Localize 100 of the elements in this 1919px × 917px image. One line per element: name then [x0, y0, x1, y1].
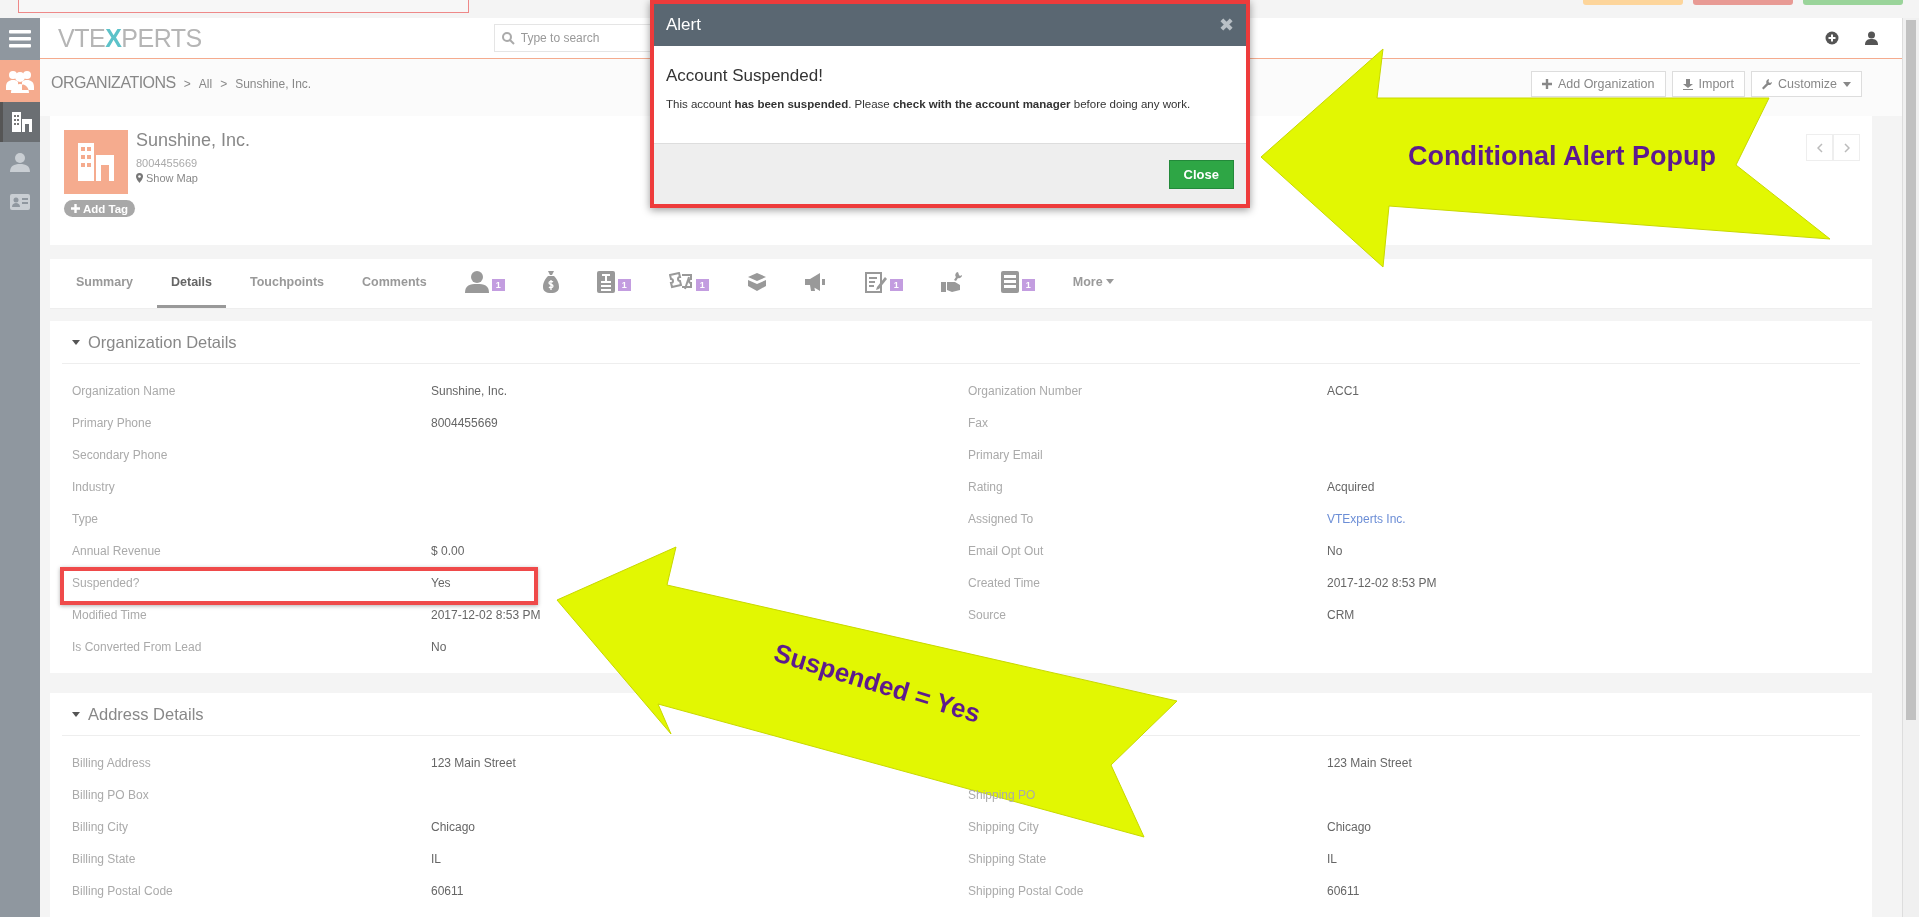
caret-icon: [1105, 279, 1114, 285]
chevron-right-icon: [1843, 142, 1850, 153]
megaphone-icon: [804, 273, 827, 291]
field-label: Modified Time: [72, 608, 147, 622]
tab[interactable]: Details: [157, 259, 226, 308]
field-label: Rating: [968, 480, 1003, 494]
field-label: Secondary Phone: [72, 448, 168, 462]
count-badge: 1: [889, 279, 903, 291]
field-value: CRM: [1327, 608, 1355, 622]
add-tag-button[interactable]: Add Tag: [64, 200, 136, 218]
section-title: Organization Details: [88, 333, 237, 352]
tab[interactable]: 1: [654, 259, 723, 308]
search-icon: [501, 32, 515, 46]
field-value: 60611: [431, 884, 464, 898]
close-button[interactable]: ✖: [1219, 14, 1234, 36]
chevron-left-icon: [1816, 142, 1823, 153]
scrollbar-thumb[interactable]: [1906, 20, 1916, 720]
show-map-link[interactable]: Show Map: [136, 172, 251, 185]
field-value: 123 Main Street: [1327, 756, 1412, 770]
field-label: Assigned To: [968, 512, 1034, 526]
ticket-icon: [668, 272, 693, 292]
tab[interactable]: More: [1058, 259, 1128, 308]
count-badge: 1: [1021, 279, 1035, 291]
alert-message: This account has been suspended. Please check with the account manager before doing any work.: [666, 97, 1192, 112]
field-label: Shipping State: [968, 852, 1047, 866]
wrench-icon: [1761, 78, 1772, 90]
field-value: Sunshine, Inc.: [431, 384, 508, 398]
people-group-icon: [6, 69, 34, 93]
field-label: Suspended?: [72, 576, 140, 590]
map-pin-icon: [136, 173, 143, 184]
module-title[interactable]: ORGANIZATIONS: [51, 74, 176, 93]
document-icon: [1000, 271, 1019, 293]
user-icon[interactable]: [1865, 31, 1878, 46]
field-label: Shipping City: [968, 820, 1039, 834]
field-label: Annual Revenue: [72, 544, 161, 558]
field-label: Email Opt Out: [968, 544, 1044, 558]
person-icon: [464, 271, 489, 293]
field-label: Organization Number: [968, 384, 1083, 398]
assigned-user-link[interactable]: VTExperts Inc.: [1327, 512, 1406, 526]
field-label: Billing City: [72, 820, 128, 834]
logo: VTEXPERTS: [58, 23, 202, 53]
tab[interactable]: 1: [986, 259, 1049, 308]
count-badge: 1: [491, 279, 505, 291]
tab[interactable]: 1: [582, 259, 645, 308]
field-label: Source: [968, 608, 1007, 622]
add-icon[interactable]: [1825, 31, 1839, 46]
tab[interactable]: Comments: [348, 259, 441, 308]
collapse-caret-icon[interactable]: [72, 712, 80, 717]
annotation-text: Conditional Alert Popup: [1408, 141, 1716, 172]
edit-note-icon: [864, 271, 887, 293]
tab[interactable]: 1: [850, 259, 917, 308]
field-value: Chicago: [431, 820, 476, 834]
count-badge: 1: [617, 279, 631, 291]
sidebar-item[interactable]: [0, 102, 40, 142]
field-label: Organization Name: [72, 384, 176, 398]
field-value: Yes: [431, 576, 451, 590]
menu-icon: [9, 30, 31, 48]
tab[interactable]: Summary: [62, 259, 147, 308]
close-button[interactable]: Close: [1168, 159, 1234, 189]
field-value: Acquired: [1327, 480, 1375, 494]
field-label: Billing PO Box: [72, 788, 149, 802]
field-label: Industry: [72, 480, 115, 494]
person-icon: [10, 152, 30, 172]
tab[interactable]: 1: [450, 259, 519, 308]
money-bag-icon: [542, 271, 559, 293]
record-name: Sunshine, Inc.: [136, 130, 251, 152]
field-label: Is Converted From Lead: [72, 640, 202, 654]
tab[interactable]: Touchpoints: [236, 259, 339, 308]
field-value: 8004455669: [431, 416, 498, 430]
field-value: $ 0.00: [431, 544, 465, 558]
field-value: IL: [1327, 852, 1337, 866]
field-label: Primary Phone: [72, 416, 152, 430]
field-value: 2017-12-02 8:53 PM: [1327, 576, 1437, 590]
box-icon: [746, 272, 767, 292]
field-value: Chicago: [1327, 820, 1372, 834]
field-label: Shipping Postal Code: [968, 884, 1084, 898]
field-value: IL: [431, 852, 441, 866]
building-icon: [11, 112, 32, 132]
field-value: 60611: [1327, 884, 1360, 898]
field-value: No: [1327, 544, 1343, 558]
hand-wrench-icon: [940, 272, 963, 292]
field-label: Primary Email: [968, 448, 1043, 462]
plus-icon: [71, 204, 80, 214]
field-label: Fax: [968, 416, 988, 430]
action-button[interactable]: Customize: [1750, 71, 1862, 98]
field-label: Billing Address: [72, 756, 151, 770]
field-label: Type: [72, 512, 98, 526]
plus-icon: [1541, 79, 1552, 90]
action-button[interactable]: Add Organization: [1530, 71, 1666, 98]
field-value: 2017-12-02 8:53 PM: [431, 608, 541, 622]
collapse-caret-icon[interactable]: [72, 340, 80, 345]
breadcrumb-link[interactable]: All: [198, 77, 213, 92]
action-button[interactable]: Import: [1671, 71, 1745, 98]
breadcrumb-separator: >: [220, 77, 228, 92]
field-label: Billing State: [72, 852, 136, 866]
scrollbar[interactable]: [1902, 18, 1919, 917]
field-label: Created Time: [968, 576, 1041, 590]
breadcrumb-link[interactable]: Sunshine, Inc.: [235, 77, 312, 92]
field-value: ACC1: [1327, 384, 1359, 398]
alert-heading: Account Suspended!: [666, 66, 824, 86]
